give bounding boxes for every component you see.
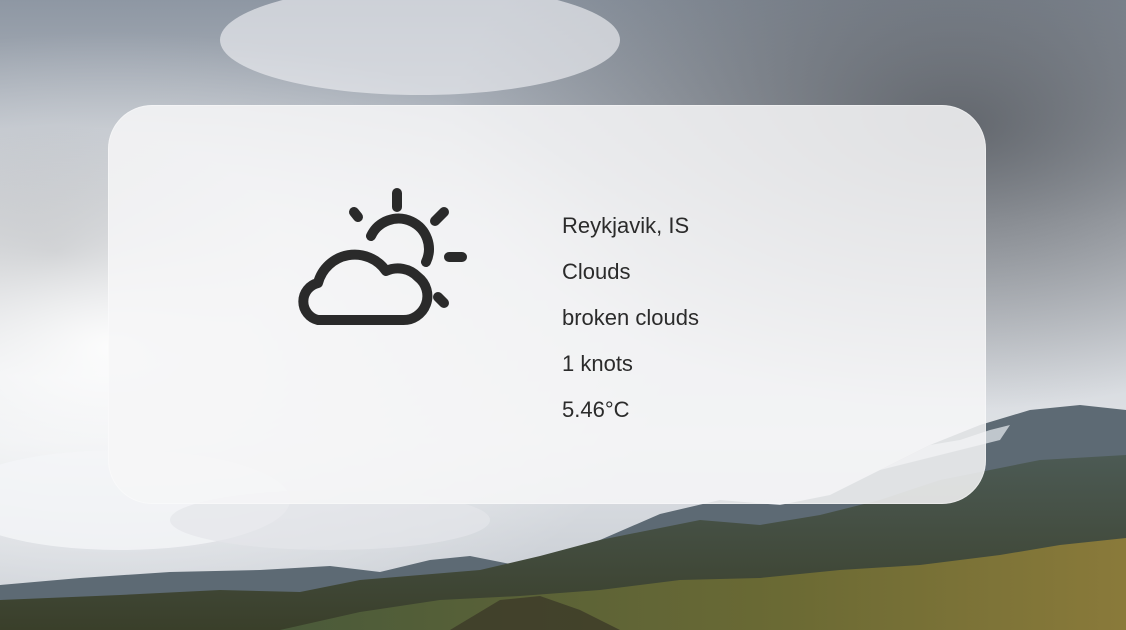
condition-label: Clouds [562,259,631,284]
description-label: broken clouds [562,305,699,330]
weather-info: Reykjavik, IS Clouds broken clouds 1 kno… [562,203,699,433]
temperature-label: 5.46°C [562,397,630,422]
location-label: Reykjavik, IS [562,213,690,238]
partly-cloudy-icon [298,188,467,326]
weather-page: Reykjavik, IS Clouds broken clouds 1 kno… [0,0,1126,630]
wind-label: 1 knots [562,351,633,376]
weather-card: Reykjavik, IS Clouds broken clouds 1 kno… [108,105,986,504]
